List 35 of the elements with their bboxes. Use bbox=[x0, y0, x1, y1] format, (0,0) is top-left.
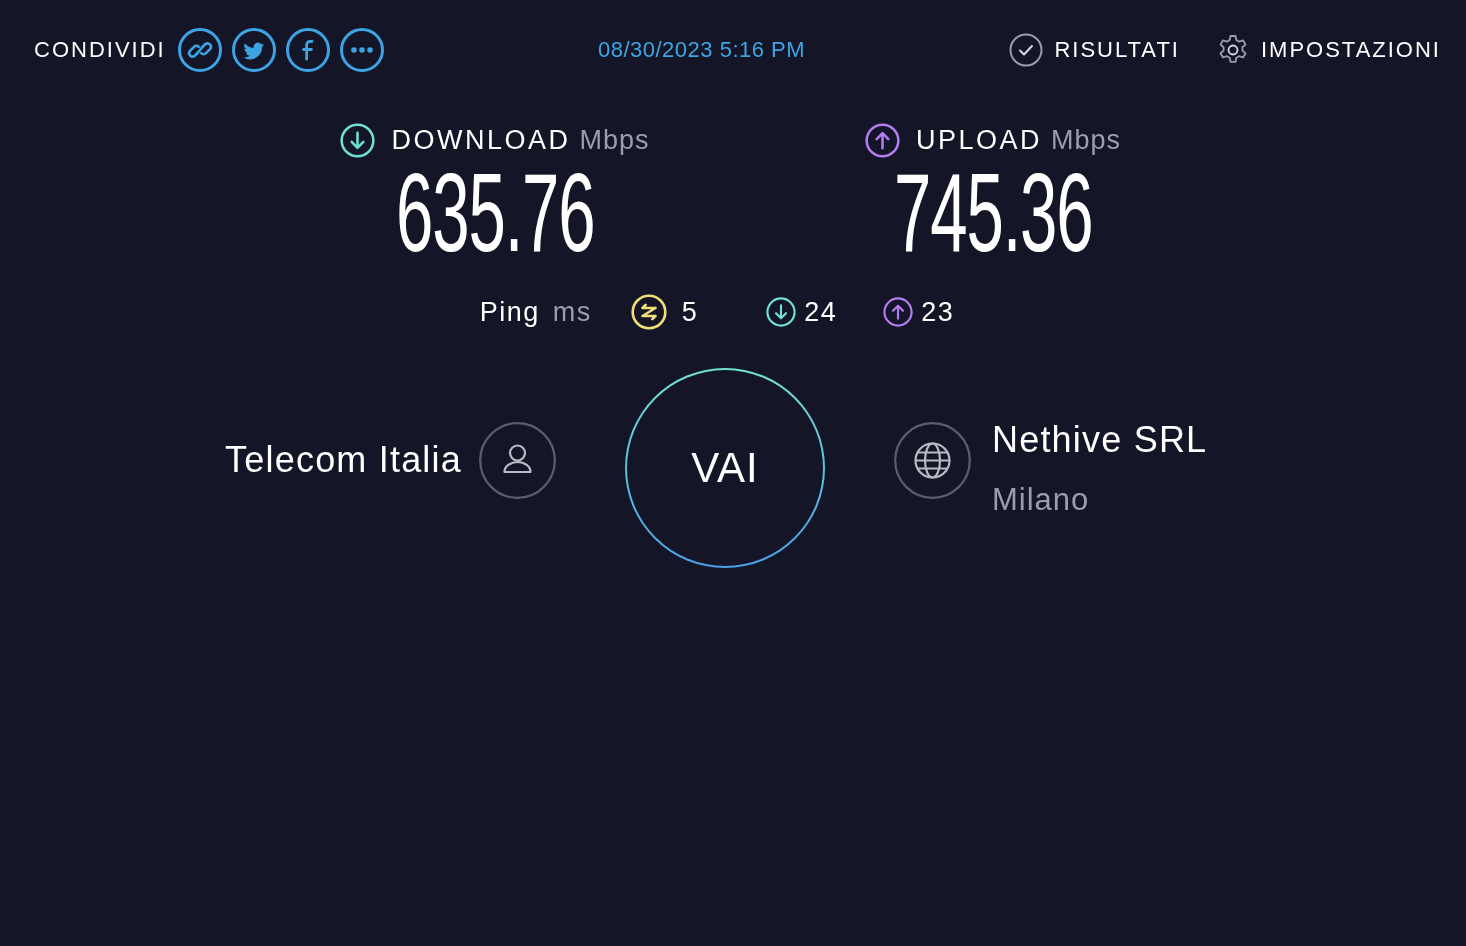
server-name: Nethive SRL bbox=[992, 418, 1208, 461]
results-button[interactable]: RISULTATI bbox=[1009, 33, 1180, 67]
isp-name: Telecom Italia bbox=[225, 442, 462, 479]
share-button[interactable] bbox=[231, 28, 276, 72]
ping-value: 24 bbox=[804, 298, 838, 326]
share-label: CONDIVIDI bbox=[34, 39, 166, 61]
link-icon bbox=[177, 28, 222, 72]
bird-icon bbox=[231, 28, 276, 72]
speed-label: UPLOAD bbox=[915, 127, 1042, 154]
check-circle-icon bbox=[1009, 33, 1044, 67]
person-icon bbox=[479, 421, 556, 499]
speed-unit: Mbps bbox=[1051, 127, 1122, 154]
ping-label: Ping bbox=[479, 298, 540, 326]
ellipsis-icon bbox=[339, 28, 384, 72]
share-button[interactable] bbox=[339, 28, 384, 72]
share-button[interactable] bbox=[177, 28, 222, 72]
speed-unit: Mbps bbox=[579, 127, 650, 154]
speed-label: DOWNLOAD bbox=[391, 127, 571, 154]
arrow-down-circle-icon bbox=[340, 123, 376, 158]
timestamp: 08/30/2023 5:16 PM bbox=[597, 39, 806, 61]
speed-value: 745.36 bbox=[893, 165, 1093, 261]
go-button[interactable]: VAI bbox=[625, 368, 825, 569]
ping-unit: ms bbox=[552, 298, 592, 326]
settings-button[interactable]: IMPOSTAZIONI bbox=[1215, 33, 1441, 67]
letter-f-icon bbox=[285, 28, 330, 72]
arrow-down-circle-icon bbox=[766, 297, 797, 328]
speed-value: 635.76 bbox=[395, 165, 595, 261]
ping-value: 5 bbox=[681, 298, 699, 326]
share-button[interactable] bbox=[285, 28, 330, 72]
ping-value: 23 bbox=[921, 298, 955, 326]
globe-icon bbox=[894, 421, 971, 499]
arrow-up-circle-icon bbox=[883, 297, 914, 328]
arrow-up-circle-icon bbox=[864, 123, 900, 158]
swap-arrows-circle-icon bbox=[630, 294, 667, 331]
server-location: Milano bbox=[992, 482, 1091, 518]
